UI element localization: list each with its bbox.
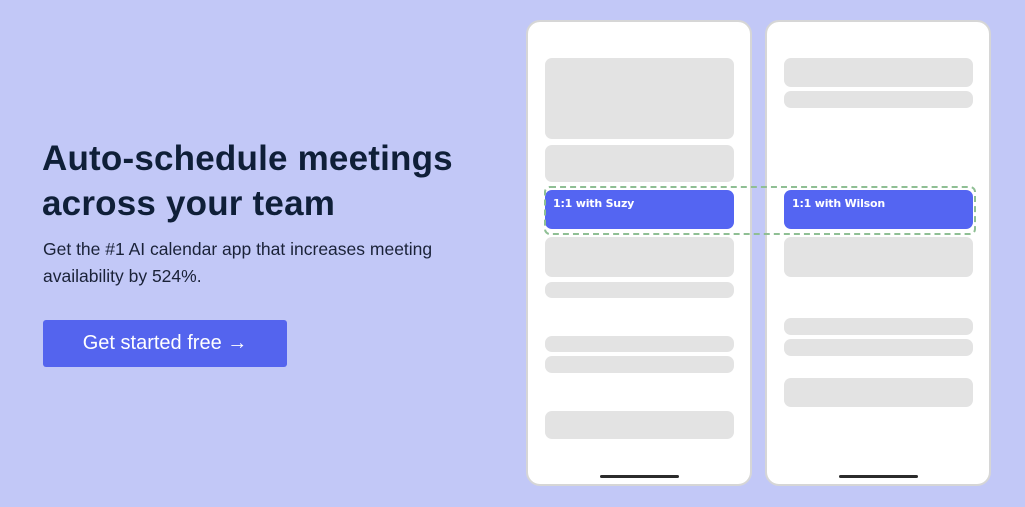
headline-line-2: across your team (42, 184, 336, 223)
calendar-placeholder-block (545, 58, 734, 139)
calendar-placeholder-block (545, 237, 734, 277)
calendar-placeholder-block (784, 91, 973, 108)
home-indicator (839, 475, 918, 478)
calendar-placeholder-block (545, 356, 734, 373)
calendar-placeholder-block (545, 336, 734, 352)
calendar-placeholder-block (545, 282, 734, 298)
calendar-placeholder-block (784, 378, 973, 407)
home-indicator (600, 475, 679, 478)
get-started-button[interactable]: Get started free → (43, 320, 287, 367)
calendar-placeholder-block (784, 58, 973, 87)
calendar-placeholder-block (545, 145, 734, 182)
headline-line-1: Auto-schedule meetings (42, 139, 453, 178)
calendar-placeholder-block (545, 411, 734, 439)
calendar-event-suzy: 1:1 with Suzy (545, 190, 734, 229)
hero-subtext: Get the #1 AI calendar app that increase… (43, 239, 433, 286)
calendar-placeholder-block (784, 318, 973, 335)
hero-headline: Auto-schedule meetings across your team (42, 136, 453, 226)
phone-mockup-suzy: 1:1 with Suzy (526, 20, 752, 486)
phone-mockup-wilson: 1:1 with Wilson (765, 20, 991, 486)
calendar-event-wilson: 1:1 with Wilson (784, 190, 973, 229)
calendar-placeholder-block (784, 237, 973, 277)
calendar-placeholder-block (784, 339, 973, 356)
